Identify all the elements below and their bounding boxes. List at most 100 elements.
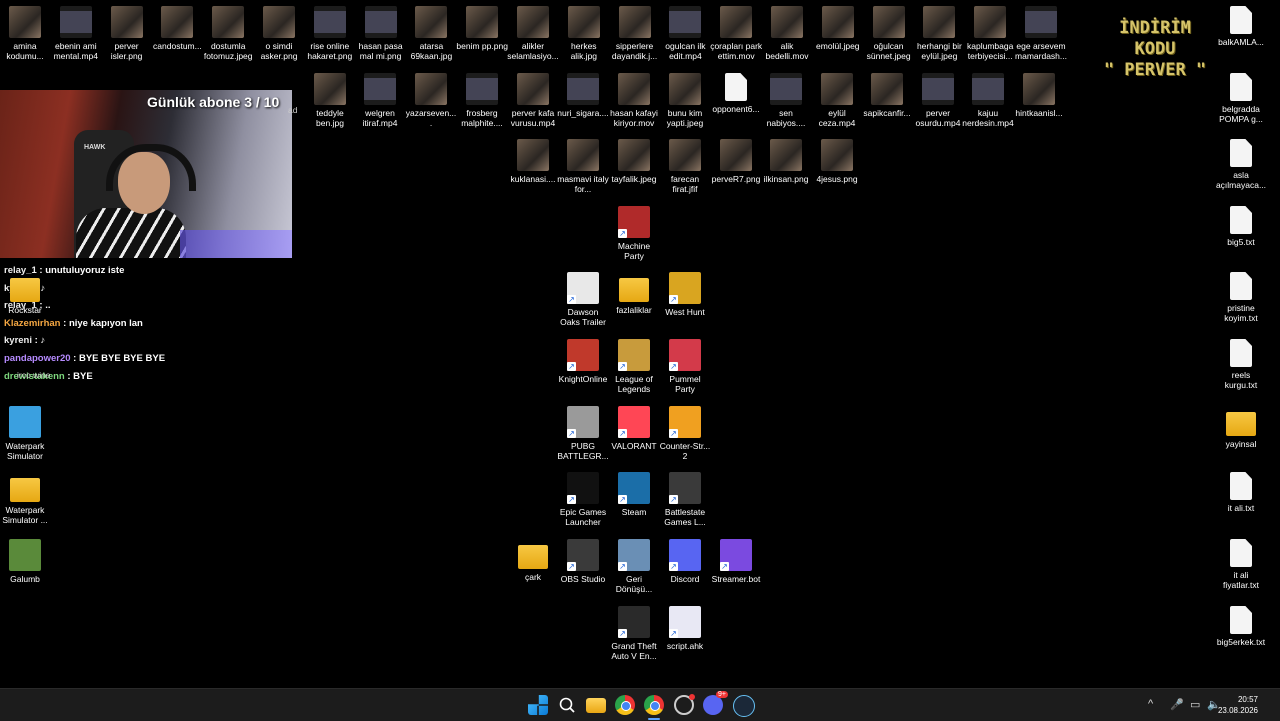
file-9[interactable]: benim pp.png: [456, 6, 508, 51]
app-0[interactable]: ↗ Machine Party: [608, 206, 660, 261]
app-11[interactable]: ↗ Steam: [608, 472, 660, 517]
chrome-active-icon[interactable]: [644, 695, 664, 720]
file2-4[interactable]: perver kafa vurusu.mp4: [507, 73, 559, 128]
shortcut-arrow-icon: ↗: [669, 429, 678, 438]
app-9-label: Counter-Str... 2: [659, 441, 711, 461]
file2-13[interactable]: kajuu nerdesin.mp4: [962, 73, 1014, 128]
file2-6[interactable]: hasan kafayi kiriyor.mov: [608, 73, 660, 128]
file-17[interactable]: oğulcan sünnet.jpeg: [863, 6, 915, 61]
file-explorer-icon[interactable]: [586, 698, 606, 713]
file2-1[interactable]: welgren itiraf.mp4: [354, 73, 406, 128]
file2-3[interactable]: frosberg malphite....: [456, 73, 508, 128]
clock[interactable]: 20:57 23.08.2026: [1218, 694, 1258, 716]
file3-6[interactable]: 4jesus.png: [811, 139, 863, 184]
steam-taskbar-icon[interactable]: [733, 695, 755, 717]
file-5[interactable]: o simdi asker.png: [253, 6, 305, 61]
file-14[interactable]: çorapları park ettim.mov: [710, 6, 762, 61]
promo-overlay: İNDİRİM KODU " PERVER ": [1100, 18, 1210, 81]
right-file-0[interactable]: balkAMLA...: [1215, 6, 1267, 47]
shortcut-arrow-icon: ↗: [618, 629, 627, 638]
file3-2[interactable]: tayfalik.jpeg: [608, 139, 660, 184]
file-11[interactable]: herkes alik.jpg: [558, 6, 610, 61]
tray-chevron-icon[interactable]: ^: [1148, 698, 1153, 710]
search-button[interactable]: [557, 695, 577, 715]
left-icon-0[interactable]: Rockstar: [0, 272, 51, 315]
app-9[interactable]: ↗ Counter-Str... 2: [659, 406, 711, 461]
file3-0[interactable]: kuklanasi....: [507, 139, 559, 184]
app-15[interactable]: ↗ Geri Dönüşü...: [608, 539, 660, 594]
file-12[interactable]: sipperlere dayandik.j...: [609, 6, 661, 61]
right-file-8[interactable]: it ali fiyatlar.txt: [1215, 539, 1267, 590]
app-3[interactable]: ↗ West Hunt: [659, 272, 711, 317]
file2-10[interactable]: eylül ceza.mp4: [811, 73, 863, 128]
right-file-2[interactable]: asla açılmayaca...: [1215, 139, 1267, 190]
app-2[interactable]: fazlaliklar: [608, 272, 660, 315]
file2-0[interactable]: teddyle ben.jpg: [304, 73, 356, 128]
right-file-4[interactable]: pristine koyim.txt: [1215, 272, 1267, 323]
file-1-icon: [59, 6, 92, 38]
file3-5[interactable]: ilkinsan.png: [760, 139, 812, 184]
app-10[interactable]: ↗ Epic Games Launcher: [557, 472, 609, 527]
file3-6-label: 4jesus.png: [816, 174, 858, 184]
left-icon-2[interactable]: Waterpark Simulator ...: [0, 472, 51, 525]
file2-11[interactable]: sapikcanfir...: [861, 73, 913, 118]
file2-2-label: yazarseven....: [405, 108, 457, 128]
file2-2[interactable]: yazarseven....: [405, 73, 457, 128]
app-4[interactable]: ↗ KnightOnline: [557, 339, 609, 384]
file3-4[interactable]: perveR7.png: [710, 139, 762, 184]
file2-12[interactable]: perver osurdu.mp4: [912, 73, 964, 128]
app-7[interactable]: ↗ PUBG BATTLEGR...: [557, 406, 609, 461]
left-icon-1[interactable]: Waterpark Simulator: [0, 406, 51, 461]
file2-3-icon: [466, 73, 498, 105]
start-button[interactable]: [528, 695, 548, 715]
file-6[interactable]: rise online hakaret.png: [304, 6, 356, 61]
right-file-1[interactable]: belgradda POMPA g...: [1215, 73, 1267, 124]
app-18[interactable]: ↗ Grand Theft Auto V En...: [608, 606, 660, 661]
right-file-9[interactable]: big5erkek.txt: [1215, 606, 1267, 647]
file-18[interactable]: herhangi bir eylül.jpeg: [913, 6, 965, 61]
app-5[interactable]: ↗ League of Legends: [608, 339, 660, 394]
chrome-icon[interactable]: [615, 695, 635, 715]
file-19[interactable]: kaplumbaga terbiyecisi...: [964, 6, 1016, 61]
right-file-6[interactable]: yayinsal: [1215, 406, 1267, 449]
app-1[interactable]: ↗ Dawson Oaks Trailer Park: [557, 272, 609, 327]
obs-icon[interactable]: [674, 694, 695, 715]
file2-8[interactable]: opponent6...: [710, 73, 762, 114]
right-file-3-icon: [1230, 206, 1252, 234]
file-8[interactable]: atarsa 69kaan.jpg: [405, 6, 457, 61]
file-13[interactable]: ogulcan ilk edit.mp4: [659, 6, 711, 61]
right-file-3[interactable]: big5.txt: [1215, 206, 1267, 247]
file-0[interactable]: amina kodumu...: [0, 6, 51, 61]
app-14[interactable]: ↗ OBS Studio: [557, 539, 609, 584]
app-8[interactable]: ↗ VALORANT: [608, 406, 660, 451]
file3-3[interactable]: farecan firat.jfif: [659, 139, 711, 194]
file2-5[interactable]: nuri_sigara....: [557, 73, 609, 118]
left-icon-3[interactable]: Galumb: [0, 539, 51, 584]
app-12[interactable]: ↗ Battlestate Games L...: [659, 472, 711, 527]
file-2[interactable]: perver isler.png: [101, 6, 153, 61]
discord-taskbar-icon[interactable]: 9+: [703, 691, 728, 715]
file3-1[interactable]: masmavi italy for...: [557, 139, 609, 194]
file-1[interactable]: ebenin ami mental.mp4: [50, 6, 102, 61]
app-6[interactable]: ↗ Pummel Party: [659, 339, 711, 394]
file-3[interactable]: candostum...: [151, 6, 203, 51]
app-13-label: çark: [524, 572, 542, 582]
file-20[interactable]: ege arsevem mamardash...: [1015, 6, 1067, 61]
app-16[interactable]: ↗ Discord: [659, 539, 711, 584]
microphone-icon[interactable]: 🎤: [1170, 698, 1184, 711]
app-19[interactable]: ↗ script.ahk: [659, 606, 711, 651]
right-file-7[interactable]: it ali.txt: [1215, 472, 1267, 513]
desktop[interactable]: İNDİRİM KODU " PERVER " HAWK Günlük abon…: [0, 0, 1280, 688]
file-7[interactable]: hasan pasa mal mi.png: [355, 6, 407, 61]
network-icon[interactable]: ▭: [1190, 698, 1200, 711]
file-10[interactable]: alikler selamlasiyo...: [507, 6, 559, 61]
file-4[interactable]: dostumla fotomuz.jpeg: [202, 6, 254, 61]
app-13[interactable]: çark: [507, 539, 559, 582]
file2-7[interactable]: bunu kim yapti.jpeg: [659, 73, 711, 128]
app-17[interactable]: ↗ Streamer.bot: [710, 539, 762, 584]
file2-14[interactable]: hintkaanisl...: [1013, 73, 1065, 118]
file-16[interactable]: emolül.jpeg: [812, 6, 864, 51]
right-file-5[interactable]: reels kurgu.txt: [1215, 339, 1267, 390]
file2-9[interactable]: sen nabiyos....: [760, 73, 812, 128]
file-15[interactable]: alik bedelli.mov: [761, 6, 813, 61]
